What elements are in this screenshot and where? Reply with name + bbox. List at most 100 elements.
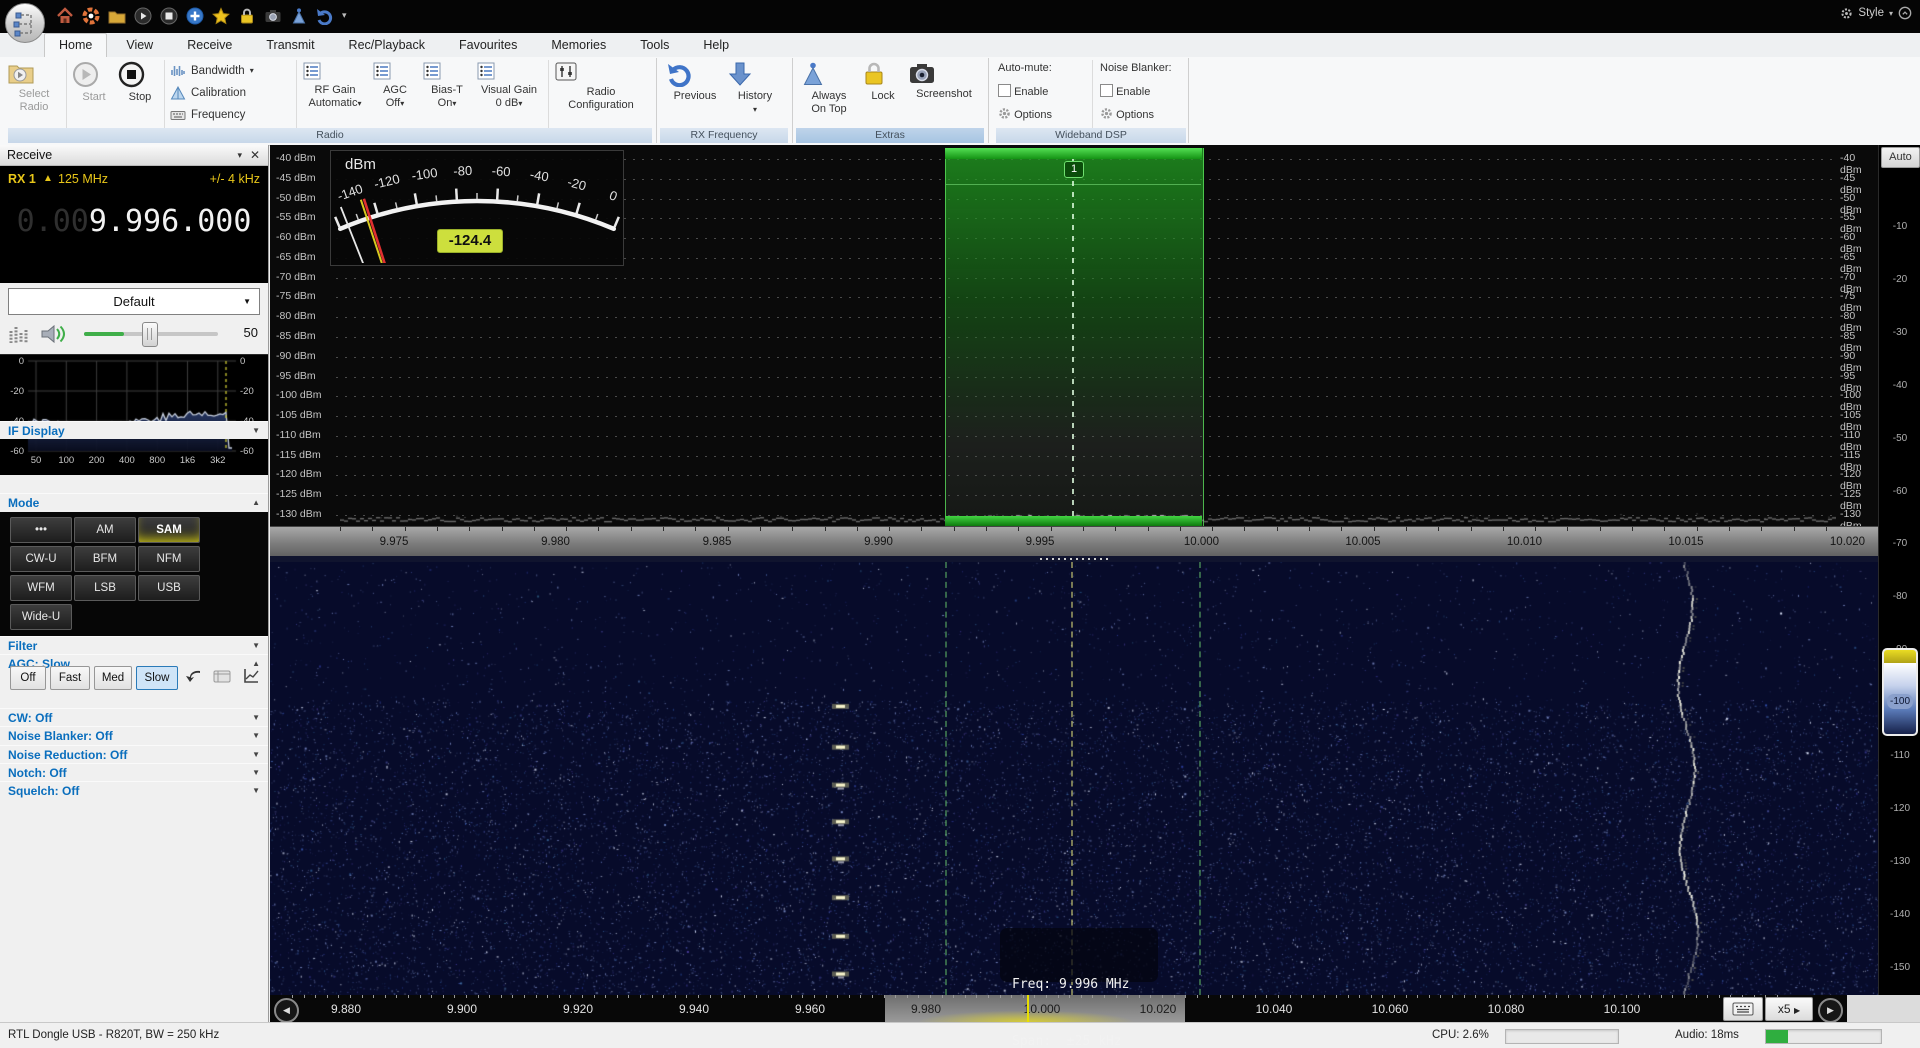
nav-scroll-left-button[interactable]: ◀ xyxy=(274,998,299,1022)
section-chevron-icon[interactable]: ▼ xyxy=(252,426,260,435)
qat-more-icon[interactable]: ▾ xyxy=(342,10,360,28)
frequency-digits[interactable]: 0.009.996.000 xyxy=(8,204,260,239)
section-header-notch[interactable]: Notch: Off▼ xyxy=(0,763,268,781)
auto-mute-options[interactable]: Options xyxy=(998,107,1052,121)
noise-blanker-enable-checkbox[interactable] xyxy=(1100,84,1113,97)
nav-zoom-button[interactable]: x5 ▶ xyxy=(1765,997,1813,1021)
section-header-noise-blanker[interactable]: Noise Blanker: Off▼ xyxy=(0,726,268,744)
mode-button-usb[interactable]: USB xyxy=(138,575,200,601)
tab-memories[interactable]: Memories xyxy=(536,33,621,57)
section-chevron-icon[interactable]: ▲ xyxy=(252,498,260,507)
undo-icon[interactable] xyxy=(316,7,334,25)
mode-button-more[interactable]: ••• xyxy=(10,517,72,543)
mode-button-nfm[interactable]: NFM xyxy=(138,546,200,572)
nav-keyboard-button[interactable] xyxy=(1723,997,1763,1021)
spectrum-x-label: 9.975 xyxy=(380,536,409,548)
tab-favourites[interactable]: Favourites xyxy=(444,33,532,57)
nav-scroll-right-button[interactable]: ▶ xyxy=(1818,998,1843,1022)
tab-view[interactable]: View xyxy=(111,33,168,57)
section-header-mode[interactable]: Mode▲ xyxy=(0,493,268,511)
agc-button-med[interactable]: Med xyxy=(94,666,132,690)
frequency-button[interactable]: Frequency xyxy=(170,105,290,124)
section-chevron-icon[interactable]: ▼ xyxy=(252,731,260,740)
agc-preset-icon[interactable] xyxy=(212,668,232,684)
section-header-cw[interactable]: CW: Off▼ xyxy=(0,708,268,726)
bias-t-button[interactable]: Bias-TOn▾ xyxy=(422,59,472,125)
always-on-top-icon[interactable] xyxy=(290,7,308,25)
mode-button-bfm[interactable]: BFM xyxy=(74,546,136,572)
mode-button-am[interactable]: AM xyxy=(74,517,136,543)
radio-configuration-button[interactable]: RadioConfiguration xyxy=(554,59,648,125)
ribbon-collapse-icon[interactable] xyxy=(1898,6,1912,20)
tuned-band-top-cap[interactable] xyxy=(945,148,1202,159)
speaker-icon[interactable] xyxy=(40,323,66,345)
always-on-top-button[interactable]: AlwaysOn Top xyxy=(800,59,858,125)
tab-transmit[interactable]: Transmit xyxy=(251,33,329,57)
panel-menu-icon[interactable]: ▾ xyxy=(237,150,242,161)
history-button[interactable]: History▾ xyxy=(728,59,782,125)
style-selector[interactable]: Style ▾ xyxy=(1840,6,1912,20)
tab-tools[interactable]: Tools xyxy=(625,33,684,57)
auto-mute-enable[interactable]: Enable xyxy=(998,84,1048,98)
section-chevron-icon[interactable]: ▼ xyxy=(252,641,260,650)
open-folder-icon[interactable] xyxy=(108,7,126,25)
tab-receive[interactable]: Receive xyxy=(172,33,247,57)
mode-button-lsb[interactable]: LSB xyxy=(74,575,136,601)
rf-gain-button[interactable]: RF GainAutomatic▾ xyxy=(302,59,368,125)
section-chevron-icon[interactable]: ▼ xyxy=(252,750,260,759)
section-chevron-icon[interactable]: ▼ xyxy=(252,713,260,722)
bandwidth-button[interactable]: Bandwidth▾ xyxy=(170,61,290,80)
section-header-filter[interactable]: Filter▼ xyxy=(0,636,268,654)
section-header-noise-reduction[interactable]: Noise Reduction: Off▼ xyxy=(0,745,268,763)
section-header-if-display[interactable]: IF Display▼ xyxy=(0,421,268,439)
stop-button[interactable]: Stop xyxy=(118,59,162,125)
agc-button-slow[interactable]: Slow xyxy=(136,666,178,690)
noise-blanker-options[interactable]: Options xyxy=(1100,107,1154,121)
section-chevron-icon[interactable]: ▼ xyxy=(252,786,260,795)
select-radio-button[interactable]: SelectRadio xyxy=(8,59,60,125)
agc-button[interactable]: AGCOff▾ xyxy=(372,59,418,125)
mode-button-wide-u[interactable]: Wide-U xyxy=(10,604,72,630)
tab-home[interactable]: Home xyxy=(44,33,107,57)
preset-dropdown[interactable]: Default ▼ xyxy=(8,288,260,315)
equalizer-icon[interactable] xyxy=(8,323,32,345)
mode-button-sam[interactable]: SAM xyxy=(138,517,200,543)
record-stop-icon[interactable] xyxy=(160,7,178,25)
frequency-display[interactable]: RX 1 ▲ 125 MHz +/- 4 kHz 0.009.996.000 xyxy=(0,166,268,283)
splitter-grip-icon[interactable] xyxy=(1040,558,1110,560)
spectrum-frequency-axis[interactable]: 9.9759.9809.9859.9909.99510.00010.00510.… xyxy=(270,526,1878,557)
screenshot-button[interactable]: Screenshot xyxy=(908,59,980,125)
palette-auto-button[interactable]: Auto xyxy=(1881,147,1920,168)
favourites-star-icon[interactable] xyxy=(212,7,230,25)
agc-button-off[interactable]: Off xyxy=(10,666,46,690)
mode-button-cw-u[interactable]: CW-U xyxy=(10,546,72,572)
previous-frequency-button[interactable]: Previous xyxy=(666,59,724,125)
add-radio-icon[interactable] xyxy=(186,7,204,25)
home-icon[interactable] xyxy=(56,7,74,25)
calibration-button[interactable]: Calibration xyxy=(170,83,290,102)
tuned-band-marker[interactable]: 1 xyxy=(1064,161,1084,178)
panel-close-icon[interactable]: ✕ xyxy=(250,148,260,162)
screenshot-camera-icon[interactable] xyxy=(264,7,282,25)
visual-gain-button[interactable]: Visual Gain0 dB▾ xyxy=(476,59,542,125)
lock-icon[interactable] xyxy=(238,7,256,25)
mode-button-wfm[interactable]: WFM xyxy=(10,575,72,601)
tuned-band[interactable] xyxy=(945,148,1204,526)
tab-help[interactable]: Help xyxy=(688,33,744,57)
agc-button-fast[interactable]: Fast xyxy=(50,666,90,690)
section-chevron-icon[interactable]: ▼ xyxy=(252,768,260,777)
help-lifering-icon[interactable] xyxy=(82,7,100,25)
tab-rec-playback[interactable]: Rec/Playback xyxy=(334,33,440,57)
agc-graph-icon[interactable] xyxy=(242,667,260,685)
volume-slider-thumb[interactable] xyxy=(142,322,158,347)
application-menu-button[interactable] xyxy=(5,3,45,43)
auto-mute-enable-checkbox[interactable] xyxy=(998,84,1011,97)
agc-undo-icon[interactable] xyxy=(184,667,204,685)
record-play-icon[interactable] xyxy=(134,7,152,25)
lock-button[interactable]: Lock xyxy=(862,59,904,125)
palette-range-slider[interactable]: -100 xyxy=(1882,648,1918,736)
tuned-band-bottom-cap[interactable] xyxy=(945,516,1202,526)
start-button[interactable]: Start xyxy=(72,59,116,125)
noise-blanker-enable[interactable]: Enable xyxy=(1100,84,1150,98)
section-header-squelch[interactable]: Squelch: Off▼ xyxy=(0,781,268,799)
